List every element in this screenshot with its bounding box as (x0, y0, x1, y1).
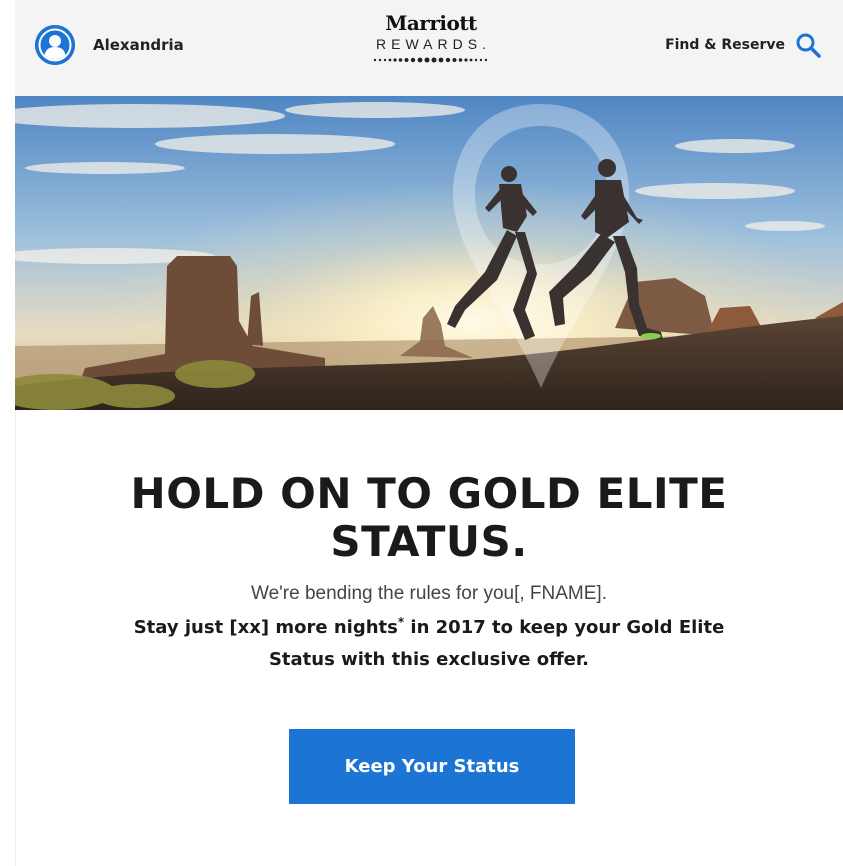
find-reserve-label[interactable]: Find & Reserve (665, 37, 785, 53)
offer-section: HOLD ON TO GOLD ELITE STATUS. We're bend… (15, 470, 843, 676)
logo-tagline: REWARDS. (376, 36, 491, 52)
account-link[interactable]: Alexandria (35, 25, 184, 65)
user-icon[interactable] (35, 25, 75, 65)
offer-text-prefix: Stay just [xx] more nights (133, 617, 398, 638)
find-reserve-link[interactable]: Find & Reserve (665, 32, 821, 58)
page-title: HOLD ON TO GOLD ELITE STATUS. (130, 469, 728, 566)
header-bar: Alexandria Marriott REWARDS. Find & Rese… (15, 0, 843, 96)
marriott-rewards-logo[interactable]: Marriott REWARDS. (363, 12, 499, 63)
offer-text: Stay just [xx] more nights* in 2017 to k… (109, 612, 749, 676)
email-page: Alexandria Marriott REWARDS. Find & Rese… (0, 0, 843, 866)
hero-image (15, 96, 843, 410)
logo-dots (373, 57, 488, 63)
user-name[interactable]: Alexandria (93, 36, 184, 54)
search-icon[interactable] (795, 32, 821, 58)
logo-brand: Marriott (385, 11, 477, 35)
greeting-text: We're bending the rules for you[, FNAME]… (251, 583, 607, 604)
keep-your-status-button[interactable]: Keep Your Status (289, 729, 575, 804)
